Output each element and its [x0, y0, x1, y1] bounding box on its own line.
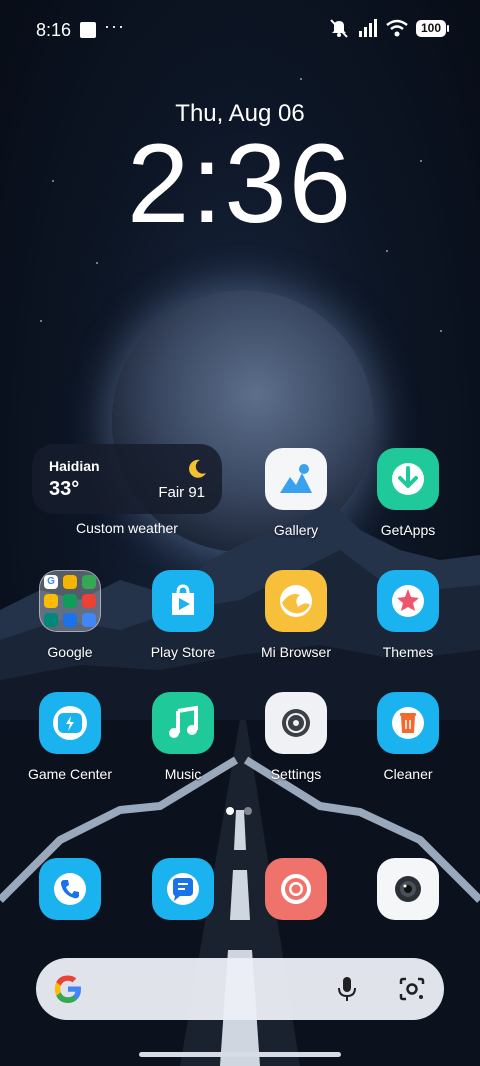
app-label: GetApps: [380, 522, 436, 538]
files-mini-icon: [63, 613, 77, 627]
google-lens-icon[interactable]: [398, 976, 426, 1002]
weather-city: Haidian: [49, 458, 100, 474]
app-label: Game Center: [27, 766, 113, 782]
weather-widget[interactable]: Haidian 33° Fair 91: [32, 444, 222, 514]
app-gallery[interactable]: Gallery: [246, 448, 346, 538]
messages-icon: [152, 858, 214, 920]
home-indicator[interactable]: [139, 1052, 341, 1057]
dock-chrome[interactable]: [246, 858, 346, 920]
wifi-icon: [386, 19, 408, 37]
chrome-icon: [265, 858, 327, 920]
status-time: 8:16: [36, 20, 72, 40]
notification-icon: [80, 22, 96, 38]
settings-icon: [265, 692, 327, 754]
app-label: Play Store: [150, 644, 216, 660]
app-label: Google: [47, 644, 93, 660]
battery-icon: 100: [416, 19, 449, 37]
app-settings[interactable]: Settings: [246, 692, 346, 782]
photos-mini-icon: [44, 594, 58, 608]
app-mi-browser[interactable]: Mi Browser: [246, 570, 346, 660]
google-folder-icon: G: [39, 570, 101, 632]
meet-mini-icon: [44, 613, 58, 627]
play-store-icon: [152, 570, 214, 632]
cleaner-icon: [377, 692, 439, 754]
app-music[interactable]: Music: [133, 692, 233, 782]
google-logo-icon: [54, 975, 81, 1003]
folder-google[interactable]: G Google: [20, 570, 120, 660]
weather-condition: Fair 91: [158, 484, 205, 501]
dock-camera[interactable]: [358, 858, 458, 920]
page-dot-active: [226, 807, 234, 815]
youtube-mini-icon: [82, 594, 96, 608]
mute-icon: [330, 19, 348, 38]
app-label: Gallery: [273, 522, 319, 538]
mi-browser-icon: [265, 570, 327, 632]
app-label: Music: [164, 766, 202, 782]
themes-icon: [377, 570, 439, 632]
clock-time[interactable]: 2:36: [0, 128, 480, 240]
microphone-icon[interactable]: [336, 975, 358, 1003]
app-themes[interactable]: Themes: [358, 570, 458, 660]
dock-phone[interactable]: [20, 858, 120, 920]
app-label: Cleaner: [383, 766, 433, 782]
moon-icon: [189, 459, 206, 478]
contacts-mini-icon: [82, 613, 96, 627]
app-label: Themes: [382, 644, 434, 660]
app-game-center[interactable]: Game Center: [20, 692, 120, 782]
signal-icon: [359, 19, 377, 37]
gmail-mini-icon: [63, 575, 77, 589]
app-getapps[interactable]: GetApps: [358, 448, 458, 538]
camera-icon: [377, 858, 439, 920]
phone-icon: [39, 858, 101, 920]
status-bar: 8:16 ··· 100: [0, 0, 480, 60]
app-label: Settings: [270, 766, 322, 782]
app-cleaner[interactable]: Cleaner: [358, 692, 458, 782]
weather-temperature: 33°: [49, 478, 80, 500]
maps-mini-icon: [82, 575, 96, 589]
game-center-icon: [39, 692, 101, 754]
dock-messages[interactable]: [133, 858, 233, 920]
page-indicator: [226, 807, 252, 815]
weather-widget-label: Custom weather: [76, 520, 178, 536]
music-icon: [152, 692, 214, 754]
google-mini-icon: G: [44, 575, 58, 589]
app-label: Mi Browser: [260, 644, 331, 660]
app-play-store[interactable]: Play Store: [133, 570, 233, 660]
more-notifications-icon: ···: [104, 16, 125, 36]
gallery-icon: [265, 448, 327, 510]
drive-mini-icon: [63, 594, 77, 608]
getapps-icon: [377, 448, 439, 510]
page-dot[interactable]: [244, 807, 252, 815]
google-search-bar[interactable]: [36, 958, 444, 1020]
